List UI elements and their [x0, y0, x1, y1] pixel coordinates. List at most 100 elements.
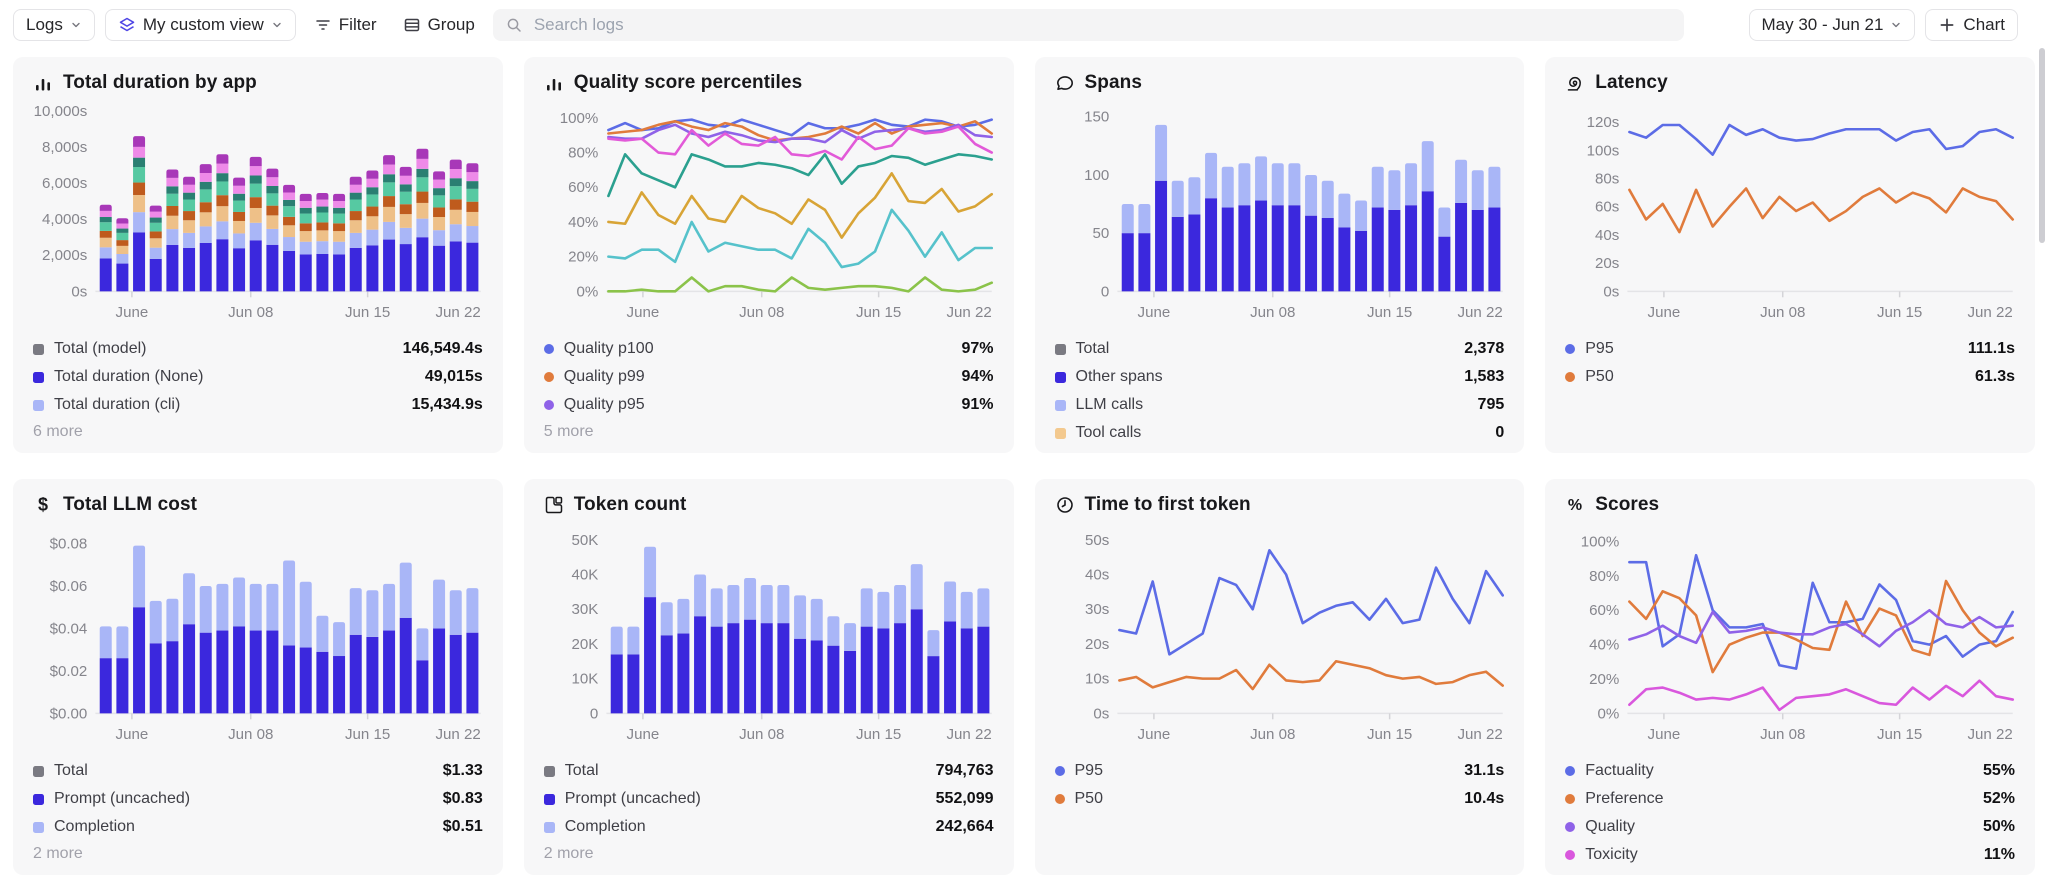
chart-legend: Factuality55%Preference52%Quality50%Toxi…	[1565, 757, 2015, 869]
chart-plot[interactable]: 010K20K30K40K50KJuneJun 08Jun 15Jun 22	[544, 523, 994, 753]
chart-plot[interactable]: 0%20%40%60%80%100%JuneJun 08Jun 15Jun 22	[1565, 523, 2015, 753]
legend-more-toggle[interactable]: 6 more	[33, 419, 483, 441]
legend-value: $1.33	[443, 762, 483, 780]
chart-plot[interactable]: 050100150JuneJun 08Jun 15Jun 22	[1055, 101, 1505, 331]
legend-label: LLM calls	[1076, 396, 1144, 414]
svg-text:80%: 80%	[568, 145, 598, 162]
svg-text:June: June	[1137, 304, 1170, 321]
legend-item[interactable]: Quality p9994%	[544, 363, 994, 391]
svg-text:Jun 15: Jun 15	[1877, 304, 1922, 321]
legend-item[interactable]: Completion242,664	[544, 813, 994, 841]
legend-value: $0.51	[443, 818, 483, 836]
card-title: Spans	[1085, 72, 1143, 94]
chart-card-token-count: Token count 010K20K30K40K50KJuneJun 08Ju…	[524, 479, 1014, 875]
legend-item[interactable]: Other spans1,583	[1055, 363, 1505, 391]
legend-item[interactable]: Total (model)146,549.4s	[33, 335, 483, 363]
legend-item[interactable]: LLM calls795	[1055, 391, 1505, 419]
legend-label: Total	[1076, 340, 1110, 358]
svg-text:Jun 15: Jun 15	[1367, 304, 1412, 321]
legend-swatch	[1055, 766, 1065, 776]
chart-legend: P9531.1sP5010.4s	[1055, 757, 1505, 813]
legend-item[interactable]: Toxicity11%	[1565, 841, 2015, 869]
chart-plot[interactable]: $0.00$0.02$0.04$0.06$0.08JuneJun 08Jun 1…	[33, 523, 483, 753]
legend-more-toggle[interactable]: 2 more	[33, 841, 483, 863]
chart-plot[interactable]: 0s10s20s30s40s50sJuneJun 08Jun 15Jun 22	[1055, 523, 1505, 753]
legend-item[interactable]: P95111.1s	[1565, 335, 2015, 363]
svg-text:20s: 20s	[1595, 255, 1619, 272]
card-title: Total duration by app	[63, 72, 257, 94]
svg-text:100%: 100%	[560, 110, 599, 127]
chevron-down-icon	[70, 19, 82, 31]
legend-swatch	[1565, 794, 1575, 804]
filter-button[interactable]: Filter	[306, 9, 385, 41]
svg-text:10,000s: 10,000s	[34, 103, 88, 120]
search-input[interactable]	[532, 14, 1672, 36]
svg-text:Jun 22: Jun 22	[1968, 726, 2013, 743]
scrollbar-thumb[interactable]	[2039, 48, 2045, 243]
custom-view-dropdown-button[interactable]: My custom view	[105, 9, 296, 41]
legend-item[interactable]: Total duration (cli)15,434.9s	[33, 391, 483, 419]
svg-text:Jun 15: Jun 15	[345, 304, 390, 321]
svg-text:0s: 0s	[1093, 705, 1109, 722]
svg-text:$: $	[38, 495, 48, 515]
legend-label: Quality	[1585, 818, 1635, 836]
legend-item[interactable]: P5061.3s	[1565, 363, 2015, 391]
legend-item[interactable]: Total794,763	[544, 757, 994, 785]
toolbar: Logs My custom view Filter Group	[13, 9, 2018, 41]
svg-text:June: June	[1648, 726, 1681, 743]
legend-item[interactable]: Total2,378	[1055, 335, 1505, 363]
legend-item[interactable]: Quality p9591%	[544, 391, 994, 419]
legend-item[interactable]: P5010.4s	[1055, 785, 1505, 813]
svg-text:0s: 0s	[71, 283, 87, 300]
legend-value: 111.1s	[1968, 340, 2015, 358]
card-header: $ Total LLM cost	[33, 491, 483, 519]
legend-item[interactable]: Preference52%	[1565, 785, 2015, 813]
chart-plot[interactable]: 0s20s40s60s80s100s120sJuneJun 08Jun 15Ju…	[1565, 101, 2015, 331]
svg-text:Jun 22: Jun 22	[435, 304, 480, 321]
legend-item[interactable]: Quality50%	[1565, 813, 2015, 841]
legend-value: 10.4s	[1464, 790, 1504, 808]
svg-text:20s: 20s	[1085, 636, 1109, 653]
legend-item[interactable]: Prompt (uncached)$0.83	[33, 785, 483, 813]
svg-text:Jun 08: Jun 08	[1760, 726, 1805, 743]
svg-text:20%: 20%	[568, 249, 598, 266]
legend-label: Prompt (uncached)	[565, 790, 701, 808]
chart-plot[interactable]: 0s2,000s4,000s6,000s8,000s10,000sJuneJun…	[33, 101, 483, 331]
svg-text:Jun 08: Jun 08	[1250, 726, 1295, 743]
group-button[interactable]: Group	[395, 9, 483, 41]
chart-plot[interactable]: 0%20%40%60%80%100%JuneJun 08Jun 15Jun 22	[544, 101, 994, 331]
legend-item[interactable]: P9531.1s	[1055, 757, 1505, 785]
svg-text:150: 150	[1084, 109, 1109, 126]
card-title: Token count	[574, 494, 687, 516]
legend-item[interactable]: Total duration (None)49,015s	[33, 363, 483, 391]
svg-text:Jun 08: Jun 08	[739, 726, 784, 743]
legend-swatch	[33, 344, 44, 355]
chart-card-total-llm-cost: $ Total LLM cost $0.00$0.02$0.04$0.06$0.…	[13, 479, 503, 875]
svg-text:60s: 60s	[1595, 199, 1619, 216]
logs-dropdown-button[interactable]: Logs	[13, 9, 95, 41]
dollar-icon: $	[33, 495, 53, 515]
svg-text:100: 100	[1084, 167, 1109, 184]
legend-item[interactable]: Quality p10097%	[544, 335, 994, 363]
svg-text:$0.02: $0.02	[50, 663, 88, 680]
legend-swatch	[544, 766, 555, 777]
svg-text:$0.04: $0.04	[50, 620, 88, 637]
legend-more-toggle[interactable]: 5 more	[544, 419, 994, 441]
legend-more-toggle[interactable]: 2 more	[544, 841, 994, 863]
add-chart-button[interactable]: Chart	[1925, 9, 2018, 41]
svg-text:0%: 0%	[576, 283, 598, 300]
svg-text:10s: 10s	[1085, 671, 1109, 688]
legend-item[interactable]: Total$1.33	[33, 757, 483, 785]
chart-legend: Total2,378Other spans1,583LLM calls795To…	[1055, 335, 1505, 447]
svg-text:Jun 15: Jun 15	[1367, 726, 1412, 743]
legend-item[interactable]: Prompt (uncached)552,099	[544, 785, 994, 813]
legend-item[interactable]: Completion$0.51	[33, 813, 483, 841]
search-bar[interactable]	[493, 9, 1684, 41]
legend-item[interactable]: Factuality55%	[1565, 757, 2015, 785]
layers-icon	[118, 16, 136, 34]
legend-item[interactable]: Tool calls0	[1055, 419, 1505, 447]
chart-legend: Total (model)146,549.4sTotal duration (N…	[33, 335, 483, 419]
date-range-button[interactable]: May 30 - Jun 21	[1749, 9, 1916, 41]
group-label: Group	[428, 15, 475, 35]
legend-swatch	[1055, 372, 1066, 383]
